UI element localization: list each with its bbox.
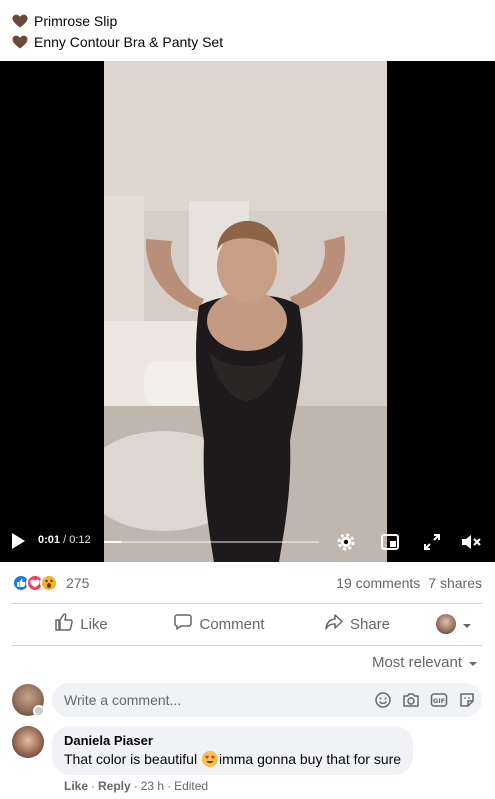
- comment-input-container[interactable]: GIF: [52, 683, 482, 717]
- like-button[interactable]: Like: [12, 606, 150, 642]
- reaction-summary[interactable]: 275: [12, 574, 89, 592]
- comment-bubble: Daniela Piaser That color is beautiful i…: [52, 726, 414, 775]
- avatar[interactable]: [12, 684, 45, 717]
- caret-down-icon: [462, 616, 472, 633]
- video-time: 0:01 / 0:12: [38, 534, 91, 546]
- muted-speaker-icon[interactable]: [459, 531, 481, 553]
- share-arrow-icon: [324, 612, 344, 636]
- comment-edited: Edited: [174, 779, 209, 793]
- comment-text-part: That color is beautiful: [64, 751, 201, 767]
- divider: [12, 603, 482, 604]
- post-stats: 275 19 comments 7 shares: [12, 572, 482, 594]
- comment-button[interactable]: Comment: [150, 606, 288, 642]
- separator-dot: ·: [167, 779, 172, 793]
- sort-label: Most relevant: [371, 654, 462, 671]
- picture-in-picture-icon[interactable]: [379, 531, 401, 553]
- reaction-audience-selector[interactable]: [426, 606, 482, 642]
- play-icon[interactable]: [10, 532, 26, 550]
- video-progress: [104, 541, 122, 543]
- share-button[interactable]: Share: [288, 606, 426, 642]
- divider: [12, 645, 482, 646]
- emoji-icon[interactable]: [374, 691, 392, 709]
- shares-count-link[interactable]: 7 shares: [428, 575, 482, 591]
- fullscreen-icon[interactable]: [421, 531, 443, 553]
- caption-line: Enny Contour Bra & Panty Set: [12, 31, 482, 52]
- comment-label: Comment: [199, 615, 265, 633]
- current-time: 0:01: [38, 534, 61, 546]
- status-indicator: [33, 705, 45, 717]
- caret-down-icon: [468, 654, 478, 671]
- profile-avatar-small: [436, 614, 456, 634]
- comment-meta: Like · Reply · 23 h · Edited: [52, 779, 413, 793]
- comment-item: Daniela Piaser That color is beautiful i…: [12, 726, 482, 793]
- comment-time[interactable]: 23 h: [141, 779, 164, 793]
- comment-sort-dropdown[interactable]: Most relevant: [372, 654, 478, 671]
- video-frame[interactable]: [104, 61, 387, 562]
- gif-icon[interactable]: GIF: [430, 691, 448, 709]
- video-still-image: [104, 61, 387, 562]
- separator-dot: ·: [133, 779, 138, 793]
- svg-text:GIF: GIF: [433, 697, 445, 705]
- camera-icon[interactable]: [402, 691, 420, 709]
- avatar[interactable]: [12, 726, 44, 758]
- comment-author[interactable]: Daniela Piaser: [64, 733, 401, 748]
- wow-reaction-icon: [40, 574, 58, 592]
- video-scrubber[interactable]: [104, 541, 319, 543]
- comment-input[interactable]: [64, 692, 364, 708]
- thumbs-up-icon: [54, 612, 74, 636]
- sticker-icon[interactable]: [458, 691, 476, 709]
- post-action-bar: Like Comment Share: [12, 606, 482, 642]
- caption-text: Enny Contour Bra & Panty Set: [34, 33, 224, 50]
- caption-text: Primrose Slip: [34, 12, 118, 29]
- video-controls: 0:01 / 0:12: [0, 522, 495, 562]
- separator-dot: ·: [91, 779, 96, 793]
- comment-reply-link[interactable]: Reply: [98, 779, 131, 793]
- share-label: Share: [349, 615, 391, 633]
- caption-line: Primrose Slip: [12, 10, 482, 31]
- reaction-count[interactable]: 275: [66, 575, 89, 591]
- comment-text: That color is beautiful imma gonna buy t…: [64, 751, 401, 767]
- heart-eyes-emoji-icon: [201, 751, 218, 767]
- video-player[interactable]: 0:01 / 0:12: [0, 61, 495, 562]
- brown-heart-icon: [12, 35, 28, 49]
- like-label: Like: [80, 615, 108, 633]
- brown-heart-icon: [12, 14, 28, 28]
- total-time: / 0:12: [63, 534, 91, 546]
- comment-like-link[interactable]: Like: [64, 779, 88, 793]
- comments-count-link[interactable]: 19 comments: [336, 575, 420, 591]
- post-caption: Primrose Slip Enny Contour Bra & Panty S…: [12, 10, 482, 52]
- speech-bubble-icon: [173, 612, 193, 636]
- comment-text-part: imma gonna buy that for sure: [218, 751, 402, 767]
- settings-gear-icon[interactable]: [335, 531, 357, 553]
- comment-composer: GIF: [12, 683, 482, 717]
